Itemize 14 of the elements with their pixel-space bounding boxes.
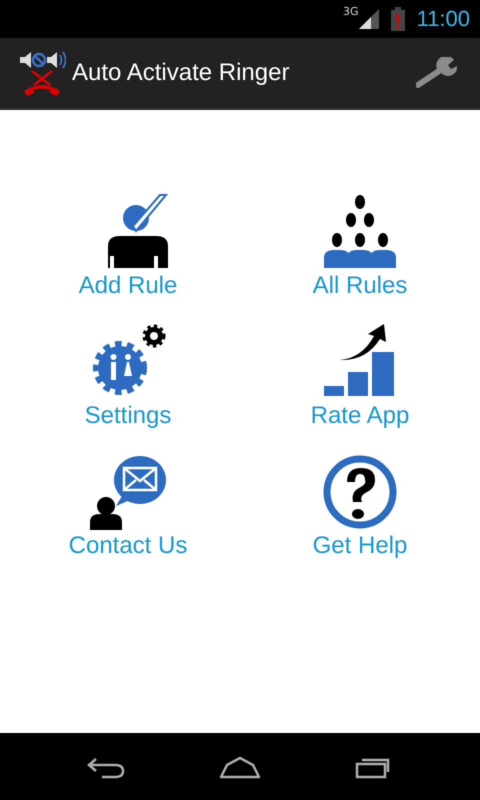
network-type: 3G <box>343 5 359 18</box>
clock: 11:00 <box>416 6 470 32</box>
wrench-icon[interactable] <box>416 57 460 89</box>
app-logo-icon <box>18 49 66 97</box>
menu-item[interactable]: Contact Us <box>68 452 188 572</box>
battery-icon <box>390 7 405 31</box>
menu-item[interactable]: Add Rule <box>78 192 178 312</box>
home-icon[interactable] <box>218 754 261 778</box>
signal-icon <box>358 9 379 29</box>
menu-item[interactable]: Settings <box>84 322 172 442</box>
menu-item[interactable]: Get Help <box>312 452 408 572</box>
menu-item[interactable]: Rate App <box>310 322 410 442</box>
app-title: Auto Activate Ringer <box>72 59 290 87</box>
menu-item[interactable]: All Rules <box>312 192 408 312</box>
